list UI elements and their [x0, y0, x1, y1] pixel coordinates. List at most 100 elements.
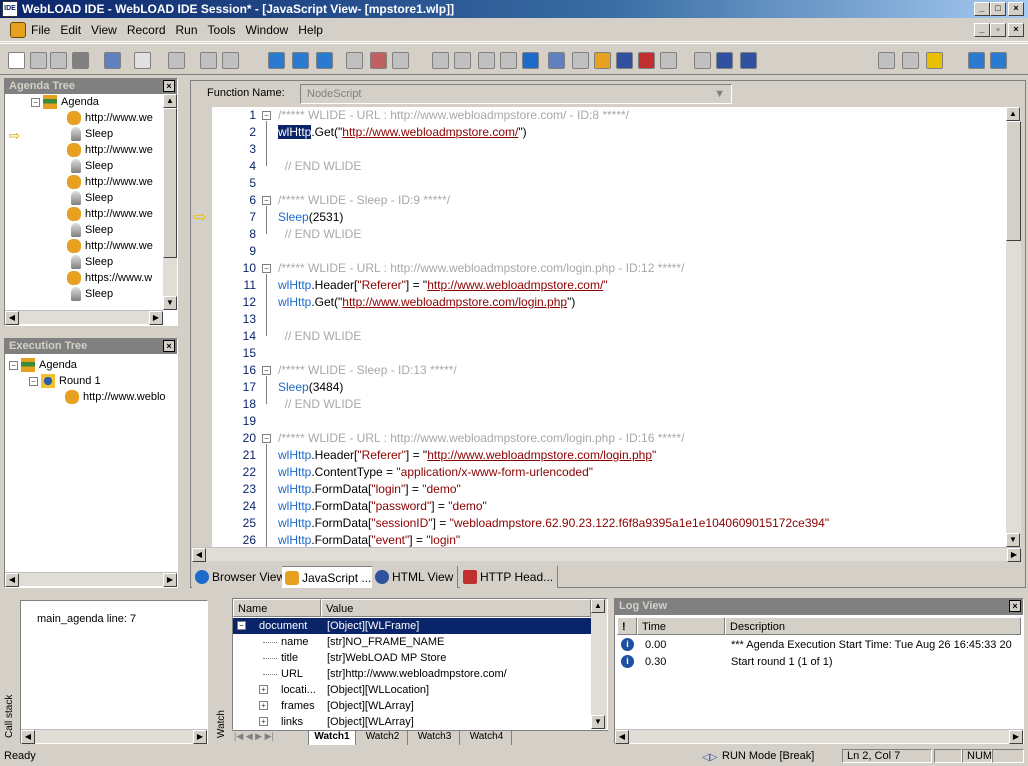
menu-tools[interactable]: Tools [203, 18, 241, 42]
mdi-close-button[interactable]: × [1008, 23, 1024, 37]
code-line[interactable]: /***** WLIDE - URL : http://www.webloadm… [278, 430, 684, 447]
minimize-button[interactable]: _ [974, 2, 990, 16]
play2-icon[interactable] [968, 52, 985, 69]
agenda-url-node[interactable]: http://www.we [67, 206, 153, 222]
watch-row[interactable]: name [str]NO_FRAME_NAME [233, 634, 591, 650]
watch-tab-3[interactable]: Watch3 [410, 731, 460, 745]
expand-icon[interactable]: + [259, 685, 268, 694]
tab-http-headers[interactable]: HTTP Head... [460, 566, 559, 588]
watch-row[interactable]: + locati... [Object][WLLocation] [233, 682, 591, 698]
doc2-icon[interactable] [454, 52, 471, 69]
code-line[interactable]: /***** WLIDE - URL : http://www.webloadm… [278, 107, 629, 124]
copy-icon[interactable] [168, 52, 185, 69]
agenda-sleep-node[interactable]: Sleep [67, 190, 113, 206]
html-icon[interactable] [616, 52, 633, 69]
doc1-icon[interactable] [432, 52, 449, 69]
code-line[interactable]: wlHttp.FormData["event"] = "login" [278, 532, 460, 547]
list2-icon[interactable] [370, 52, 387, 69]
fold-icon[interactable]: − [262, 111, 271, 120]
menu-run[interactable]: Run [171, 18, 203, 42]
code-line[interactable]: // END WLIDE [278, 226, 362, 243]
menu-window[interactable]: Window [241, 18, 294, 42]
mdi-minimize-button[interactable]: _ [974, 23, 990, 37]
scroll-left-icon[interactable]: ◀ [21, 730, 35, 744]
watch-tab-1[interactable]: Watch1 [308, 731, 356, 745]
window-icon[interactable] [694, 52, 711, 69]
download-icon[interactable] [30, 52, 47, 69]
paste-icon[interactable] [222, 52, 239, 69]
cancel-icon[interactable] [316, 52, 333, 69]
log-col-description[interactable]: Description [725, 617, 1021, 635]
tab-browser-view[interactable]: Browser View [192, 566, 291, 588]
browser-icon[interactable] [522, 52, 539, 69]
watch-row[interactable]: title [str]WebLOAD MP Store [233, 650, 591, 666]
exec-tree-round[interactable]: − Round 1 [29, 373, 101, 389]
call-stack-hscroll[interactable]: ◀ ▶ [21, 729, 207, 744]
log-col-icon[interactable]: ! [617, 617, 637, 635]
fold-icon[interactable]: − [262, 196, 271, 205]
expand-icon[interactable]: + [259, 717, 268, 726]
scroll-left-icon[interactable]: ◀ [615, 730, 629, 744]
scroll-up-icon[interactable]: ▲ [591, 599, 605, 613]
log-row[interactable]: i 0.00 *** Agenda Execution Start Time: Tu… [615, 637, 1021, 653]
scroll-thumb[interactable] [1006, 121, 1021, 241]
http-icon[interactable] [638, 52, 655, 69]
execution-tree-close-icon[interactable]: × [163, 340, 175, 352]
agenda-vscroll[interactable]: ▲ ▼ [163, 94, 177, 310]
scroll-left-icon[interactable]: ◀ [192, 548, 206, 562]
new-icon[interactable] [8, 52, 25, 69]
agenda-sleep-node[interactable]: Sleep [67, 222, 113, 238]
tree-icon[interactable] [548, 52, 565, 69]
code-line[interactable]: wlHttp.FormData["sessionID"] = "webloadm… [278, 515, 829, 532]
log-row[interactable]: i 0.30 Start round 1 (1 of 1) [615, 654, 1021, 670]
code-line[interactable]: wlHttp.Get("http://www.webloadmpstore.co… [278, 124, 527, 141]
gear1-icon[interactable] [878, 52, 895, 69]
expand-icon[interactable]: + [259, 701, 268, 710]
stop-icon[interactable] [292, 52, 309, 69]
code-line[interactable]: // END WLIDE [278, 396, 362, 413]
watch-row[interactable]: URL [str]http://www.webloadmpstore.com/ [233, 666, 591, 682]
watch-row[interactable]: − document [Object][WLFrame] [233, 618, 591, 634]
watch-row[interactable]: + links [Object][WLArray] [233, 714, 591, 730]
maximize-button[interactable]: □ [990, 2, 1006, 16]
scroll-right-icon[interactable]: ▶ [1009, 730, 1023, 744]
menu-view[interactable]: View [86, 18, 122, 42]
call-stack-entry[interactable]: main_agenda line: 7 [37, 613, 136, 625]
agenda-url-node[interactable]: http://www.we [67, 110, 153, 126]
agenda-sleep-node[interactable]: Sleep [67, 126, 113, 142]
chart-icon[interactable] [660, 52, 677, 69]
fold-icon[interactable]: − [262, 434, 271, 443]
mdi-restore-button[interactable]: ▫ [990, 23, 1006, 37]
watch-row[interactable]: + frames [Object][WLArray] [233, 698, 591, 714]
scroll-right-icon[interactable]: ▶ [149, 311, 163, 325]
doc5-icon[interactable] [572, 52, 589, 69]
scroll-left-icon[interactable]: ◀ [5, 311, 19, 325]
log-hscroll[interactable]: ◀ ▶ [615, 729, 1023, 744]
menu-record[interactable]: Record [122, 18, 171, 42]
code-line[interactable]: wlHttp.Header["Referer"] = "http://www.w… [278, 277, 608, 294]
close-button[interactable]: × [1008, 2, 1024, 16]
list-icon[interactable] [346, 52, 363, 69]
scroll-thumb[interactable] [163, 108, 177, 258]
open-icon[interactable] [50, 52, 67, 69]
glasses-icon[interactable] [716, 52, 733, 69]
edit-icon[interactable] [134, 52, 151, 69]
cut-icon[interactable] [200, 52, 217, 69]
agenda-hscroll[interactable]: ◀ ▶ [5, 310, 163, 325]
agenda-url-node[interactable]: http://www.we [67, 238, 153, 254]
gear2-icon[interactable] [902, 52, 919, 69]
code-line[interactable]: Sleep(2531) [278, 209, 343, 226]
scroll-left-icon[interactable]: ◀ [5, 573, 19, 587]
scroll-down-icon[interactable]: ▼ [591, 715, 605, 729]
code-line[interactable]: Sleep(3484) [278, 379, 343, 396]
script-icon[interactable] [594, 52, 611, 69]
code-editor[interactable]: 1 2 3 4 5 6 7 8 9 10 11 12 13 14 15 16 17 18 19 20 21 22 23 24 2… [212, 107, 1006, 547]
grid-icon[interactable] [740, 52, 757, 69]
scroll-up-icon[interactable]: ▲ [163, 94, 177, 108]
scroll-right-icon[interactable]: ▶ [1007, 548, 1021, 562]
scroll-right-icon[interactable]: ▶ [193, 730, 207, 744]
code-line[interactable]: /***** WLIDE - Sleep - ID:9 *****/ [278, 192, 450, 209]
code-line[interactable]: wlHttp.FormData["password"] = "demo" [278, 498, 487, 515]
agenda-url-node[interactable]: https://www.w [67, 270, 152, 286]
code-hscroll[interactable]: ◀ ▶ [192, 547, 1021, 562]
